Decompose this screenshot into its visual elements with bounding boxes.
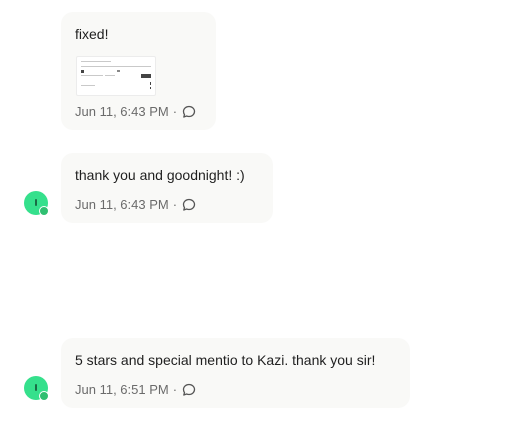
comment-icon[interactable]	[182, 198, 196, 212]
online-status-dot	[39, 206, 49, 216]
message-bubble: thank you and goodnight! :) Jun 11, 6:43…	[61, 153, 273, 223]
meta-separator: ·	[172, 104, 178, 119]
avatar-initial-mark	[35, 199, 37, 206]
comment-icon[interactable]	[182, 105, 196, 119]
message-meta: Jun 11, 6:43 PM ·	[75, 197, 196, 212]
comment-icon[interactable]	[182, 383, 196, 397]
message-text: fixed!	[75, 26, 109, 42]
message-timestamp: Jun 11, 6:51 PM	[75, 382, 169, 397]
message-meta: Jun 11, 6:43 PM ·	[75, 104, 196, 119]
message-timestamp: Jun 11, 6:43 PM	[75, 197, 169, 212]
meta-separator: ·	[172, 382, 178, 397]
meta-separator: ·	[172, 197, 178, 212]
message-timestamp: Jun 11, 6:43 PM	[75, 104, 169, 119]
message-thread: fixed! Jun 11, 6:43 PM · thank you and g…	[0, 0, 525, 427]
avatar[interactable]	[24, 376, 49, 401]
attachment-thumbnail[interactable]	[76, 56, 156, 96]
avatar-initial-mark	[35, 384, 37, 391]
message-bubble: fixed! Jun 11, 6:43 PM ·	[61, 12, 216, 130]
message-bubble: 5 stars and special mentio to Kazi. than…	[61, 338, 410, 408]
online-status-dot	[39, 391, 49, 401]
message-text: 5 stars and special mentio to Kazi. than…	[75, 352, 376, 368]
message-text: thank you and goodnight! :)	[75, 167, 245, 183]
avatar[interactable]	[24, 191, 49, 216]
message-meta: Jun 11, 6:51 PM ·	[75, 382, 196, 397]
